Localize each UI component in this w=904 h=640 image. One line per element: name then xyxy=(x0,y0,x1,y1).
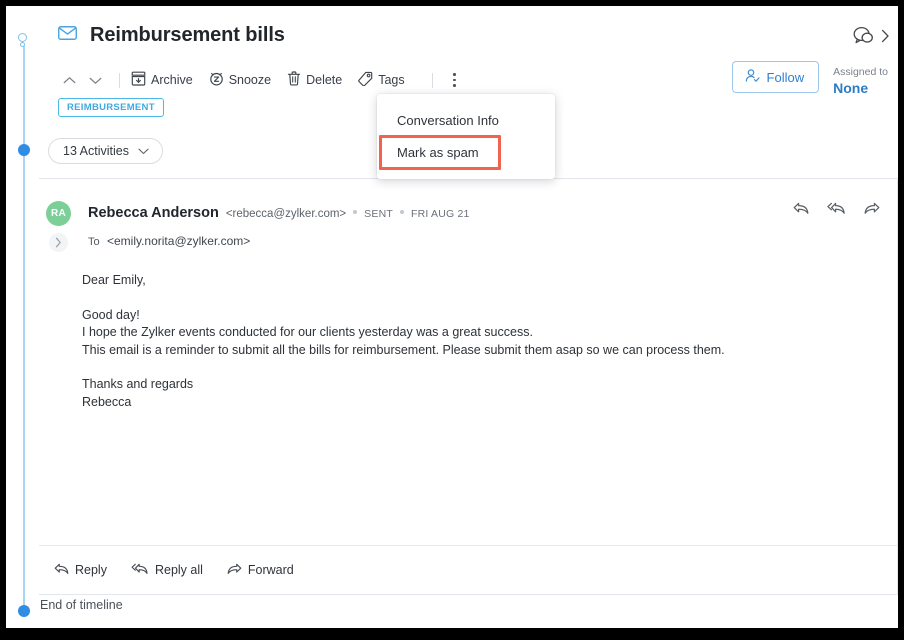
tag-reimbursement[interactable]: REIMBURSEMENT xyxy=(58,98,164,117)
tags-button[interactable]: Tags xyxy=(358,71,404,89)
archive-button[interactable]: Archive xyxy=(131,71,193,89)
message-actions xyxy=(793,202,880,220)
email-from-row: Rebecca Anderson <rebecca@zylker.com> SE… xyxy=(88,205,470,221)
toolbar-divider-2 xyxy=(432,73,433,88)
timeline-dot-activities xyxy=(18,144,30,156)
status-badge: SENT xyxy=(364,208,393,220)
chevron-right-icon xyxy=(55,237,62,248)
reply-arrow-icon[interactable] xyxy=(793,202,809,220)
reply-all-label: Reply all xyxy=(155,563,203,577)
assigned-to-value[interactable]: None xyxy=(833,80,888,96)
sender-email: <rebecca@zylker.com> xyxy=(226,208,346,220)
reply-button[interactable]: Reply xyxy=(54,563,107,578)
conversation-toolbar: Archive Snooze xyxy=(40,62,898,98)
activities-filter[interactable]: 13 Activities xyxy=(48,138,163,164)
email-footer-actions: Reply Reply all Forward xyxy=(39,545,897,594)
assigned-to-block: Assigned to None xyxy=(833,61,888,96)
sender-name: Rebecca Anderson xyxy=(88,205,219,221)
timeline-line xyxy=(23,46,25,606)
archive-icon xyxy=(131,71,146,89)
snooze-label: Snooze xyxy=(229,73,271,87)
body-paragraph: Good day! I hope the Zylker events condu… xyxy=(82,307,867,360)
timeline-rail xyxy=(6,6,40,628)
body-line-2: I hope the Zylker events conducted for o… xyxy=(82,325,533,339)
previous-conversation-button[interactable] xyxy=(56,67,82,93)
more-options-menu: Conversation Info Mark as spam xyxy=(377,94,555,179)
separator-dot xyxy=(353,210,357,214)
toolbar-divider xyxy=(119,73,120,88)
menu-item-mark-as-spam[interactable]: Mark as spam xyxy=(379,138,501,167)
reply-all-arrow-icon[interactable] xyxy=(827,202,846,220)
timeline-start-marker-small xyxy=(20,42,25,47)
forward-label: Forward xyxy=(248,563,294,577)
chat-bubble-icon[interactable] xyxy=(853,26,874,50)
to-label: To xyxy=(88,236,100,248)
end-of-timeline-label: End of timeline xyxy=(40,598,123,612)
body-line-1: Good day! xyxy=(82,308,140,322)
forward-arrow-icon xyxy=(227,563,242,578)
page-title: Reimbursement bills xyxy=(90,24,285,47)
delete-label: Delete xyxy=(306,73,342,87)
more-vertical-icon[interactable] xyxy=(444,68,466,92)
collapse-panel-chevron-right-icon[interactable] xyxy=(881,29,890,48)
conversation-header: Reimbursement bills xyxy=(40,6,898,62)
avatar: RA xyxy=(46,201,71,226)
body-signature-block: Thanks and regards Rebecca xyxy=(82,376,867,411)
next-conversation-button[interactable] xyxy=(82,67,108,93)
more-options-button[interactable] xyxy=(453,73,456,86)
forward-arrow-icon[interactable] xyxy=(864,202,880,220)
expand-details-button[interactable] xyxy=(49,233,68,252)
reply-label: Reply xyxy=(75,563,107,577)
envelope-icon xyxy=(58,26,77,45)
timeline-dot-end xyxy=(18,605,30,617)
email-card-body: RA Rebecca Anderson <rebecca@zylker.com>… xyxy=(39,179,897,547)
recipient-email: <emily.norita@zylker.com> xyxy=(107,234,250,248)
email-body: Dear Emily, Good day! I hope the Zylker … xyxy=(82,272,867,411)
snooze-button[interactable]: Snooze xyxy=(209,71,271,89)
conversation-view: Reimbursement bills xyxy=(6,6,898,628)
tag-icon xyxy=(358,71,373,89)
reply-arrow-icon xyxy=(54,563,69,578)
delete-button[interactable]: Delete xyxy=(287,71,342,89)
body-signature: Rebecca xyxy=(82,395,131,409)
toolbar-right-group: Follow Assigned to None xyxy=(732,61,888,96)
assigned-to-label: Assigned to xyxy=(833,66,888,78)
email-to-row: To <emily.norita@zylker.com> xyxy=(88,234,250,248)
follow-button[interactable]: Follow xyxy=(732,61,820,93)
body-signoff: Thanks and regards xyxy=(82,377,193,391)
snooze-clock-icon xyxy=(209,71,224,89)
forward-button[interactable]: Forward xyxy=(227,563,294,578)
tags-label: Tags xyxy=(378,73,404,87)
follow-person-icon xyxy=(745,68,760,86)
body-line-3: This email is a reminder to submit all t… xyxy=(82,343,725,357)
reply-all-arrow-icon xyxy=(131,563,149,578)
separator-dot-2 xyxy=(400,210,404,214)
follow-label: Follow xyxy=(767,70,805,85)
timeline-start-marker xyxy=(18,33,27,42)
email-card: RA Rebecca Anderson <rebecca@zylker.com>… xyxy=(39,178,898,595)
reply-all-button[interactable]: Reply all xyxy=(131,563,203,578)
archive-label: Archive xyxy=(151,73,193,87)
menu-item-conversation-info[interactable]: Conversation Info xyxy=(377,106,555,135)
toolbar-left-group: Archive Snooze xyxy=(56,62,466,98)
email-date: FRI AUG 21 xyxy=(411,208,470,220)
body-greeting: Dear Emily, xyxy=(82,272,867,290)
subject-wrap: Reimbursement bills xyxy=(58,24,285,47)
header-actions xyxy=(853,26,890,50)
activities-label: 13 Activities xyxy=(63,144,129,158)
trash-icon xyxy=(287,71,301,89)
chevron-down-icon xyxy=(138,144,149,158)
